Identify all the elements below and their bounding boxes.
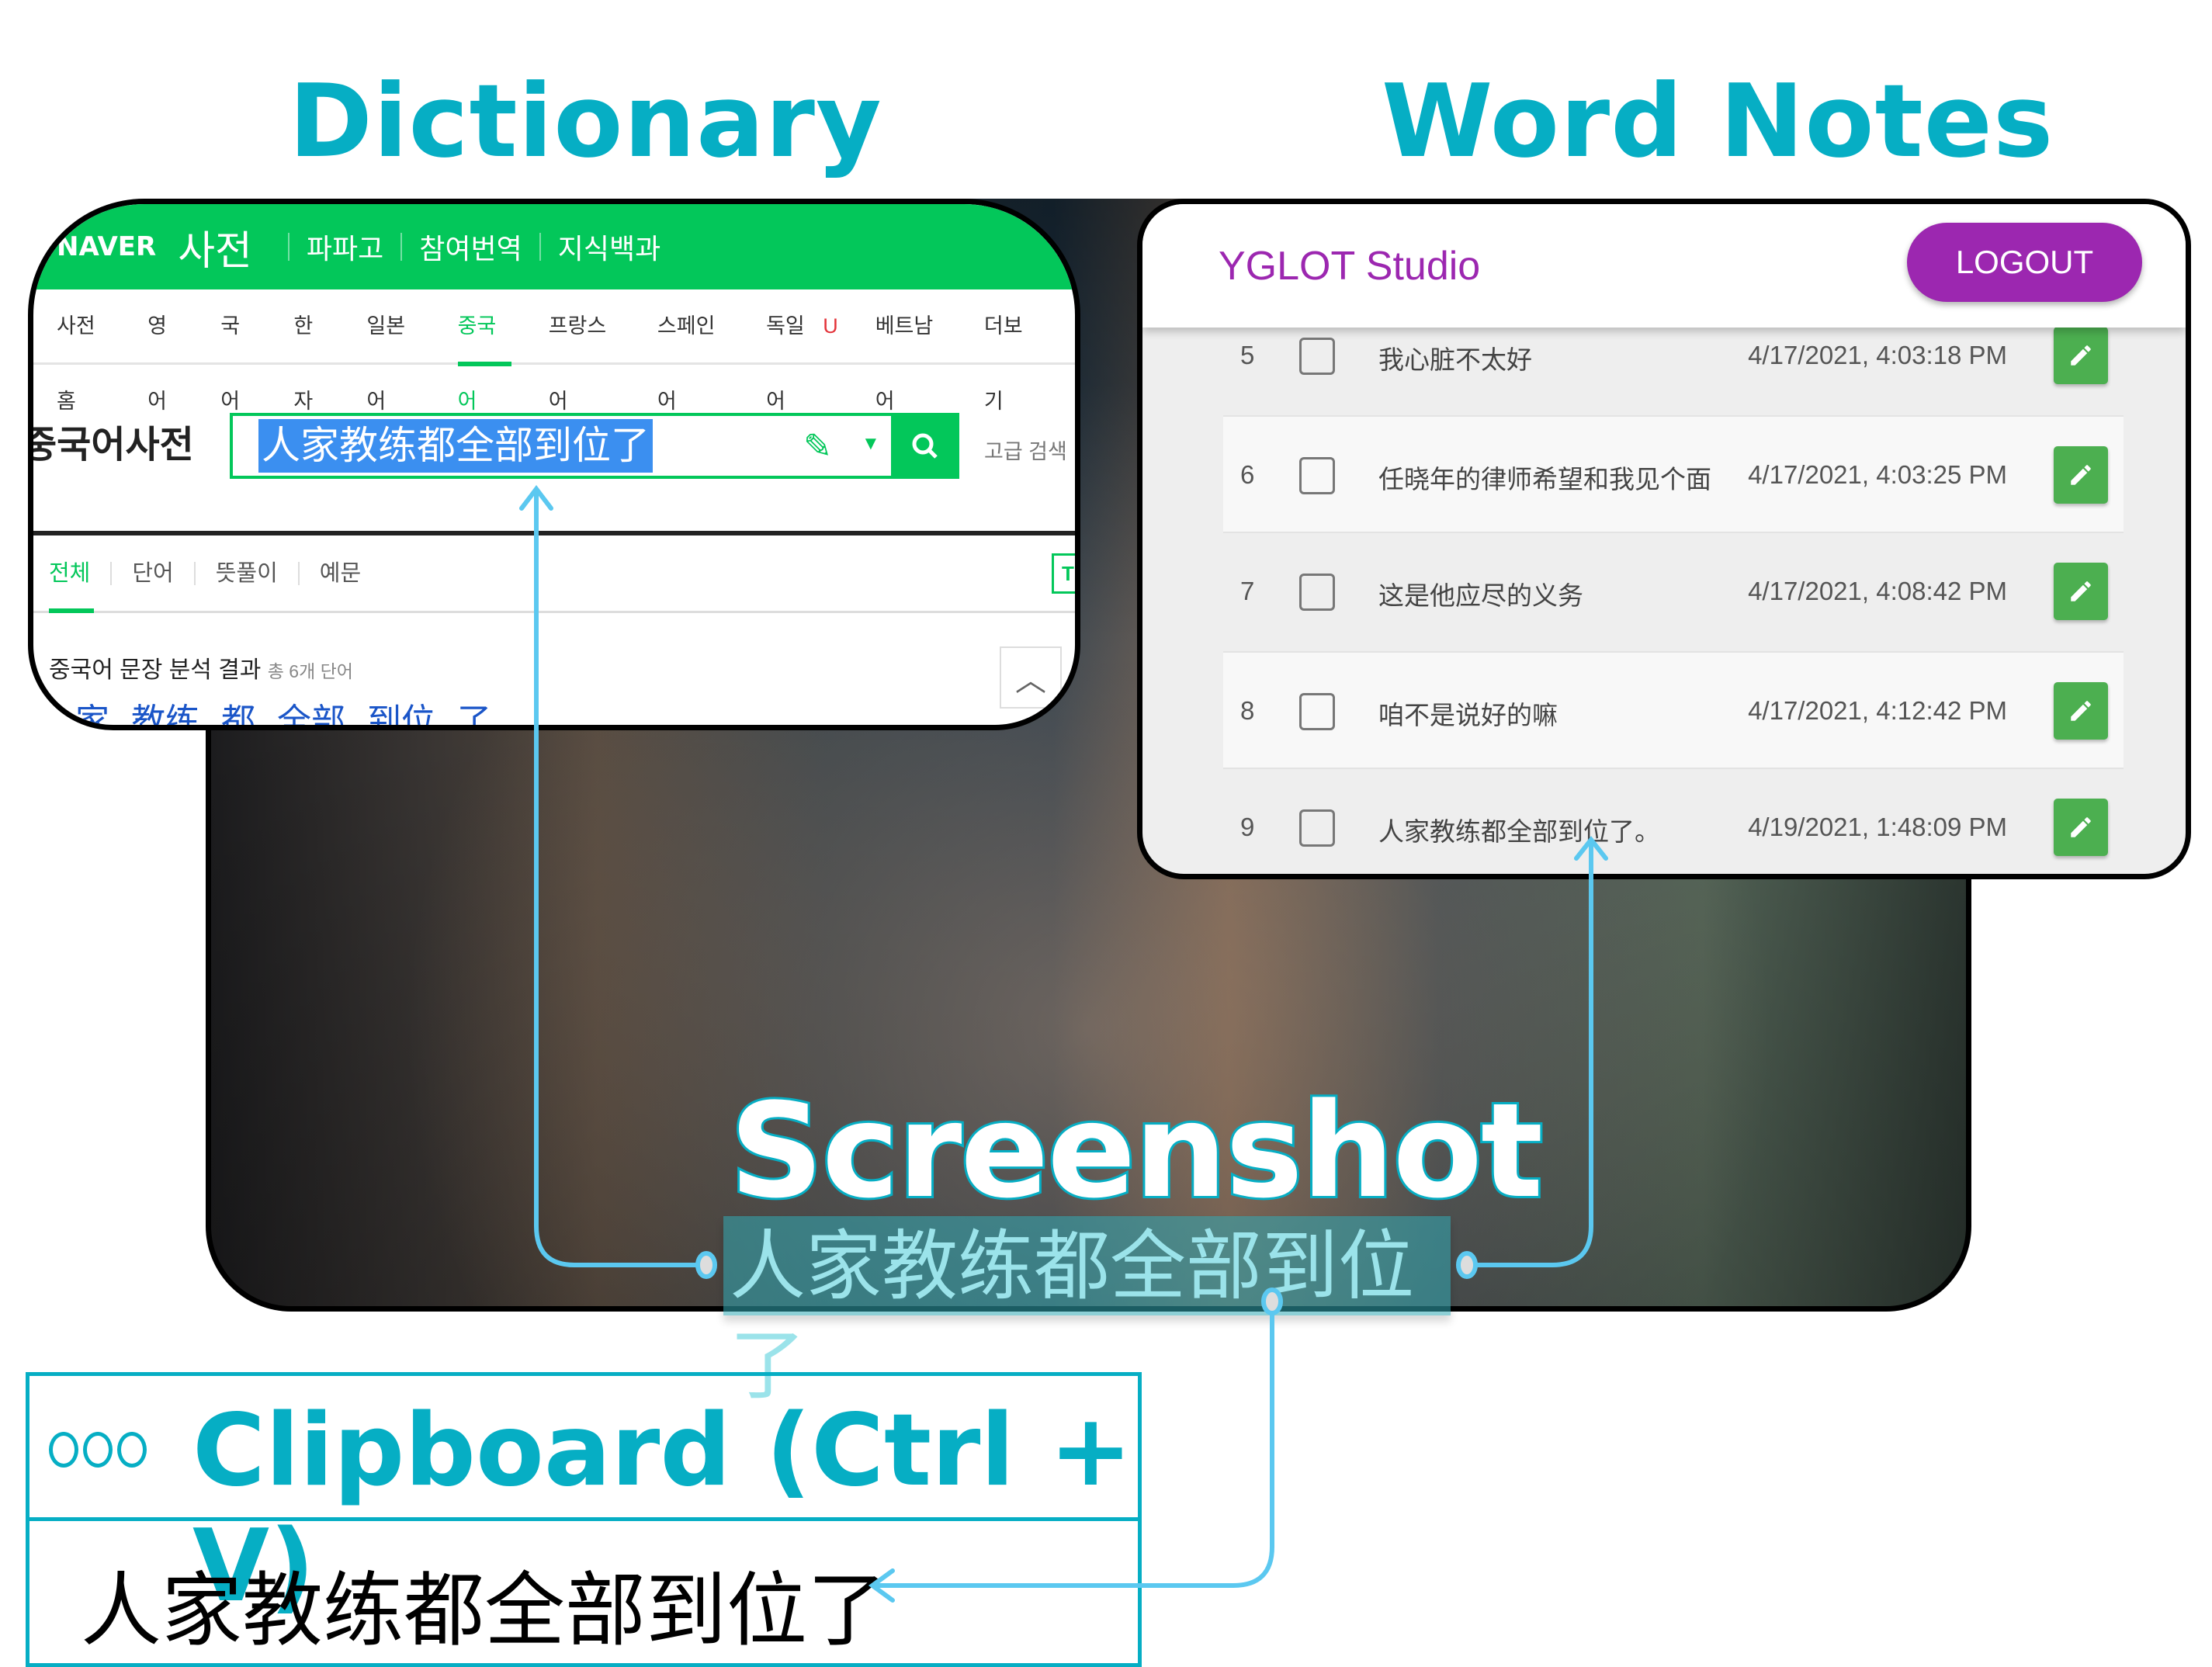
row-number: 6 [1240, 460, 1255, 489]
header-link-encyclopedia[interactable]: 지식백과 [558, 227, 660, 267]
logout-button[interactable]: LOGOUT [1907, 223, 2142, 302]
header-link-translation[interactable]: 참여번역 [419, 227, 522, 267]
row-sentence: 咱不是说好的嘛 [1378, 701, 1558, 730]
edit-button[interactable] [2054, 446, 2108, 504]
handwriting-icon[interactable]: ✎ [803, 427, 832, 466]
row-sentence: 我心脏不太好 [1378, 345, 1532, 374]
result-words: 人家 教练都全部 到位了 [41, 693, 513, 725]
row-checkbox[interactable] [1299, 693, 1335, 730]
result-title-text: 중국어 문장 분석 결과 [49, 657, 262, 683]
dictionary-heading: Dictionary [289, 62, 882, 180]
pencil-icon [2068, 578, 2094, 605]
nav-item[interactable]: 사전홈 [57, 289, 110, 413]
row-number: 7 [1240, 577, 1255, 605]
dictionary-service-link[interactable]: 사전 [178, 218, 252, 276]
row-sentence: 人家教练都全部到位了。 [1378, 817, 1660, 846]
row-date: 4/17/2021, 4:03:25 PM [1748, 460, 2007, 489]
result-word-link[interactable]: 都 [221, 702, 255, 725]
nav-item[interactable]: 더보기 [984, 289, 1038, 413]
row-number: 8 [1240, 696, 1255, 725]
advanced-search-link[interactable]: 고급 검색 [984, 435, 1067, 465]
nav-item[interactable]: 베트남어 [875, 289, 947, 413]
caret-down-icon[interactable]: ▼ [862, 433, 880, 455]
table-row: 8 咱不是说好的嘛 4/17/2021, 4:12:42 PM [1223, 651, 2124, 769]
result-word-link[interactable]: 全部 [277, 702, 345, 725]
row-checkbox[interactable] [1299, 338, 1335, 375]
dictionary-panel: NAVER 사전 파파고 참여번역 지식백과 사전홈 영어 국어 한자 일본어 중국어 프랑… [28, 199, 1080, 730]
search-row: 중국어사전 人家教练都全部到位了 ✎ ▼ 고급 검색 [33, 365, 1075, 535]
screenshot-label: Screenshot [727, 1073, 1545, 1229]
row-checkbox[interactable] [1299, 457, 1335, 494]
result-count: 총 6개 단어 [267, 661, 353, 681]
row-number: 9 [1240, 813, 1255, 841]
row-date: 4/19/2021, 1:48:09 PM [1748, 813, 2007, 841]
word-notes-heading: Word Notes [1382, 62, 2054, 180]
row-date: 4/17/2021, 4:03:18 PM [1748, 341, 2007, 369]
search-icon [912, 433, 938, 459]
nav-item[interactable]: 프랑스어 [549, 289, 620, 413]
search-input[interactable]: 人家教练都全部到位了 ✎ ▼ [230, 413, 959, 479]
result-tabs: 전체 단어 뜻풀이 예문 T [33, 535, 1075, 613]
search-button[interactable] [891, 413, 959, 479]
row-sentence: 任晓年的律师希望和我见个面 [1378, 465, 1711, 494]
clipboard-header: Clipboard (Ctrl + V) [29, 1376, 1138, 1624]
result-title: 중국어 문장 분석 결과 총 6개 단어 [49, 650, 353, 684]
pencil-icon [2068, 462, 2094, 488]
chevron-up-icon: ︿ [1015, 664, 1046, 698]
pencil-icon [2068, 342, 2094, 369]
new-badge: U [823, 314, 838, 338]
result-word-link[interactable]: 人家 [41, 702, 109, 725]
tab-examples[interactable]: 예문 [300, 562, 381, 585]
dictionary-name: 중국어사전 [28, 425, 194, 466]
nav-item[interactable]: 일본어 [366, 289, 420, 413]
search-selected-text[interactable]: 人家教练都全部到位了 [258, 419, 653, 473]
result-word-link[interactable]: 到位 [367, 702, 435, 725]
row-sentence: 这是他应尽的义务 [1378, 581, 1583, 610]
edit-button[interactable] [2054, 563, 2108, 620]
row-checkbox[interactable] [1299, 574, 1335, 611]
app-bar: YGLOT Studio LOGOUT [1142, 204, 2186, 328]
scroll-top-button[interactable]: ︿ [1000, 646, 1062, 709]
app-title: YGLOT Studio [1219, 244, 1481, 289]
nav-item[interactable]: 영어 [147, 289, 183, 413]
nav-item[interactable]: 독일어 [766, 289, 820, 413]
tab-meanings[interactable]: 뜻풀이 [196, 561, 300, 585]
table-row: 7 这是他应尽的义务 4/17/2021, 4:08:42 PM [1223, 533, 2124, 651]
tab-all[interactable]: 전체 [49, 561, 113, 585]
window-dots-icon [49, 1432, 147, 1468]
row-date: 4/17/2021, 4:08:42 PM [1748, 577, 2007, 605]
row-number: 5 [1240, 341, 1255, 369]
edit-button[interactable] [2054, 799, 2108, 856]
nav-item[interactable]: 국어 [220, 289, 256, 413]
nav-item[interactable]: 한자 [293, 289, 329, 413]
row-date: 4/17/2021, 4:12:42 PM [1748, 696, 2007, 725]
nav-item[interactable]: 스페인어 [657, 289, 729, 413]
dictionary-header: NAVER 사전 파파고 참여번역 지식백과 [33, 204, 1075, 289]
toggle-button[interactable]: T [1052, 553, 1075, 594]
video-subtitle: 人家教练都全部到位了 [723, 1216, 1451, 1408]
table-row: 9 人家教练都全部到位了。 4/19/2021, 1:48:09 PM [1223, 769, 2124, 874]
language-nav: 사전홈 영어 국어 한자 일본어 중국어 프랑스어 스페인어 독일어 U 베트남어 더보기 [33, 289, 1075, 413]
table-row: 6 任晓年的律师希望和我见个面 4/17/2021, 4:03:25 PM [1223, 415, 2124, 533]
header-link-papago[interactable]: 파파고 [307, 227, 383, 267]
result-word-link[interactable]: 教练 [131, 702, 199, 725]
edit-button[interactable] [2054, 327, 2108, 384]
result-word-link[interactable]: 了 [457, 702, 491, 725]
edit-button[interactable] [2054, 682, 2108, 740]
word-notes-panel: YGLOT Studio LOGOUT 5 我心脏不太好 4/17/2021, 4:… [1137, 199, 2191, 879]
row-checkbox[interactable] [1299, 809, 1335, 847]
nav-item[interactable]: 중국어 [457, 289, 511, 413]
pencil-icon [2068, 814, 2094, 840]
pencil-icon [2068, 698, 2094, 724]
clipboard-box: Clipboard (Ctrl + V) 人家教练都全部到位了 [26, 1372, 1142, 1667]
naver-logo[interactable]: NAVER [57, 231, 156, 262]
tab-words[interactable]: 단어 [112, 561, 196, 585]
clipboard-text[interactable]: 人家教练都全部到位了 [81, 1544, 888, 1662]
